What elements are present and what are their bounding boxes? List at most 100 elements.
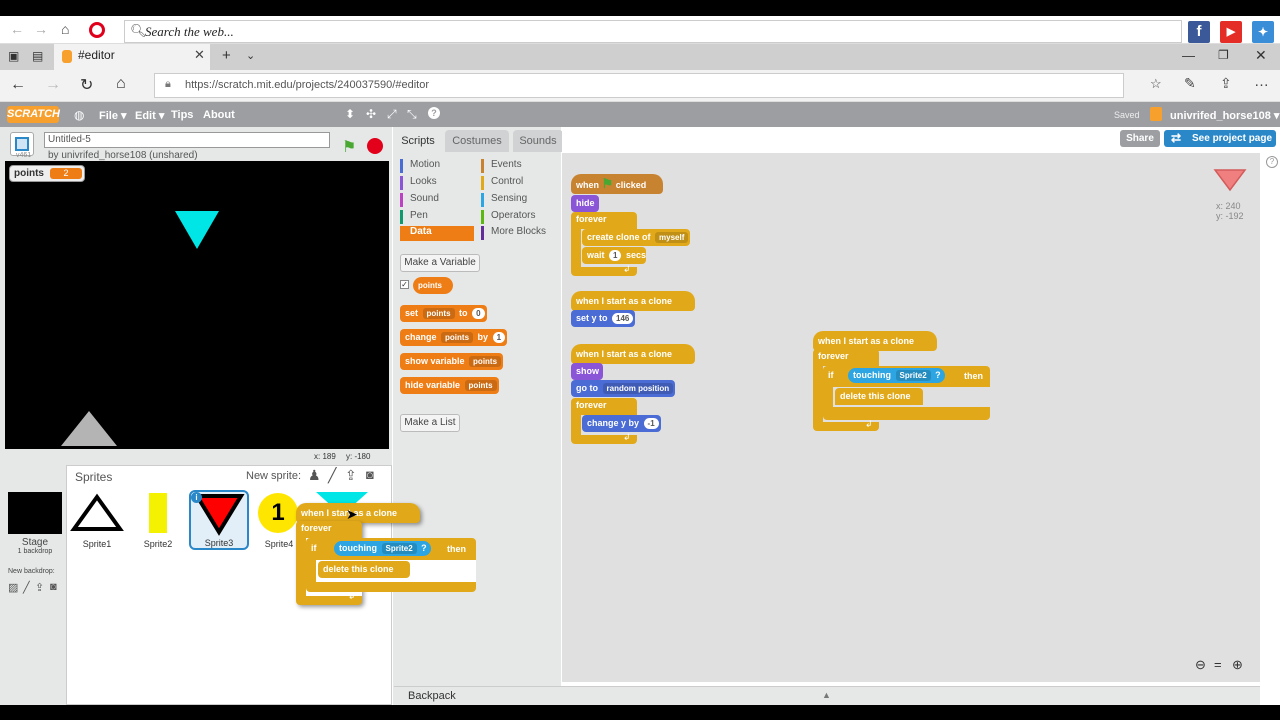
url-field[interactable]: 🔒︎ https://scratch.mit.edu/projects/2400… — [154, 73, 1124, 98]
sprite-library-icon[interactable]: ♟ — [308, 467, 321, 484]
wait-value[interactable]: 1 — [609, 250, 622, 261]
menu-edit[interactable]: Edit ▾ — [135, 109, 164, 122]
backpack-bar[interactable]: Backpack ▲ — [394, 686, 1260, 705]
backdrop-camera-icon[interactable]: ◙ — [50, 581, 57, 593]
category-data[interactable]: Data — [400, 226, 474, 241]
when-clone-start-block[interactable]: when I start as a clone — [571, 344, 695, 364]
username-menu[interactable]: univrifed_horse108 ▾ — [1170, 109, 1279, 122]
category-pen[interactable]: Pen — [400, 210, 428, 224]
pen-icon[interactable]: ✎ — [1184, 75, 1196, 92]
menu-tips[interactable]: Tips — [171, 109, 193, 121]
menu-about[interactable]: About — [203, 109, 235, 121]
green-flag-icon[interactable]: ⚑ — [342, 137, 356, 157]
set-y-value[interactable]: 146 — [612, 313, 634, 324]
when-flag-clicked-block[interactable]: when ⚑ clicked — [571, 174, 663, 194]
paint-backdrop-icon[interactable]: ╱ — [23, 581, 30, 594]
change-var-dropdown[interactable]: points — [441, 332, 474, 343]
tab-scripts[interactable]: Scripts — [397, 130, 439, 152]
dragged-touching-block[interactable]: touching Sprite2 ? — [334, 541, 431, 556]
set-value[interactable]: 0 — [472, 308, 485, 319]
create-clone-block[interactable]: create clone of myself — [582, 229, 691, 246]
project-title-input[interactable]: Untitled-5 — [44, 132, 330, 148]
scratch-logo[interactable]: SCRATCH — [7, 106, 60, 123]
help-icon[interactable]: ? — [428, 107, 440, 119]
refresh-icon[interactable]: ↻ — [80, 75, 93, 95]
wait-block[interactable]: wait 1 secs — [582, 247, 647, 264]
touching-block[interactable]: touching Sprite2 ? — [848, 368, 945, 383]
menu-file[interactable]: File ▾ — [99, 109, 127, 122]
tab-costumes[interactable]: Costumes — [445, 130, 509, 152]
share-icon[interactable]: ⇪ — [1220, 75, 1232, 92]
category-events[interactable]: Events — [481, 159, 522, 173]
show-variable-block[interactable]: show variable points — [400, 353, 504, 370]
go-to-target-dropdown[interactable]: random position — [602, 383, 674, 394]
touching-target-dropdown[interactable]: Sprite2 — [895, 370, 931, 381]
delete-clone-block[interactable]: delete this clone — [835, 388, 923, 405]
help-icon[interactable]: ? — [1266, 156, 1278, 168]
set-var-dropdown[interactable]: points — [422, 308, 455, 319]
close-window-icon[interactable]: ✕ — [1255, 47, 1267, 64]
new-tab-icon[interactable]: + — [222, 47, 231, 64]
tab-list-icon[interactable]: ▤ — [32, 49, 43, 63]
sprite-thumb-3-selected[interactable]: Sprite3 i — [189, 490, 249, 550]
hide-block[interactable]: hide — [571, 195, 599, 212]
upload-backdrop-icon[interactable]: ⇪ — [35, 581, 44, 594]
globe-icon[interactable]: ◍ — [74, 108, 84, 122]
stage-thumbnail[interactable] — [8, 492, 62, 534]
show-block[interactable]: show — [571, 363, 603, 380]
when-clone-start-block[interactable]: when I start as a clone — [571, 291, 695, 311]
dragged-when-clone-start-block[interactable]: when I start as a clone — [296, 503, 420, 523]
touching-target-dropdown[interactable]: Sprite2 — [381, 543, 417, 554]
category-motion[interactable]: Motion — [400, 159, 440, 173]
share-button[interactable]: Share — [1120, 130, 1160, 147]
tabs-icon[interactable]: ▣ — [8, 49, 19, 63]
change-y-value[interactable]: -1 — [643, 418, 659, 429]
minimize-icon[interactable]: — — [1182, 48, 1195, 63]
change-variable-block[interactable]: change points by 1 — [400, 329, 508, 346]
dragged-delete-clone-block[interactable]: delete this clone — [318, 561, 410, 578]
expand-arrow-icon[interactable]: ▲ — [822, 690, 831, 700]
sprite-thumb-1[interactable]: Sprite1 — [68, 491, 126, 549]
forward-icon[interactable]: → — [45, 76, 61, 94]
when-clone-start-block[interactable]: when I start as a clone — [813, 331, 937, 351]
grow-icon[interactable]: ⤢ — [387, 107, 397, 122]
browser-tab[interactable]: #editor ✕ — [54, 44, 210, 70]
category-operators[interactable]: Operators — [481, 210, 535, 224]
back-icon[interactable]: ← — [10, 76, 26, 94]
hide-variable-block[interactable]: hide variable points — [400, 377, 499, 394]
category-control[interactable]: Control — [481, 176, 523, 190]
opera-logo-icon[interactable] — [89, 22, 105, 38]
forward-icon[interactable]: → — [34, 21, 48, 37]
show-var-dropdown[interactable]: points — [469, 356, 502, 367]
stage[interactable] — [5, 161, 389, 449]
hide-var-dropdown[interactable]: points — [464, 380, 497, 391]
sprite-thumb-2[interactable]: Sprite2 — [129, 491, 187, 549]
set-variable-block[interactable]: set points to 0 — [400, 305, 487, 322]
change-y-block[interactable]: change y by -1 — [582, 415, 661, 432]
stop-sign-icon[interactable] — [367, 138, 383, 154]
make-variable-button[interactable]: Make a Variable — [400, 254, 480, 272]
zoom-reset-icon[interactable]: = — [1214, 657, 1222, 672]
duplicate-icon[interactable]: ⬍ — [345, 107, 355, 121]
favorites-icon[interactable]: ☆ — [1150, 76, 1162, 92]
go-to-block[interactable]: go to random position — [571, 380, 676, 397]
paint-sprite-icon[interactable]: ╱ — [328, 467, 336, 484]
tab-sounds[interactable]: Sounds — [513, 130, 563, 152]
change-value[interactable]: 1 — [492, 332, 506, 343]
zoom-out-icon[interactable]: ⊖ — [1195, 657, 1206, 673]
restore-icon[interactable]: ❐ — [1218, 48, 1229, 62]
backdrop-library-icon[interactable]: ▨ — [8, 581, 18, 594]
delete-icon[interactable]: ✣ — [366, 107, 376, 121]
chevron-down-icon[interactable]: ⌄ — [246, 49, 255, 62]
info-icon[interactable]: i — [191, 492, 202, 503]
back-icon[interactable]: ← — [10, 21, 24, 37]
youtube-icon[interactable]: ▶ — [1220, 21, 1242, 43]
make-list-button[interactable]: Make a List — [400, 414, 460, 432]
home-icon[interactable]: ⌂ — [116, 75, 126, 93]
category-sensing[interactable]: Sensing — [481, 193, 527, 207]
user-folder-icon[interactable] — [1150, 107, 1162, 121]
facebook-icon[interactable]: f — [1188, 21, 1210, 43]
set-y-block[interactable]: set y to 146 — [571, 310, 636, 327]
camera-icon[interactable]: ◙ — [366, 467, 374, 482]
more-icon[interactable]: … — [1254, 73, 1269, 90]
